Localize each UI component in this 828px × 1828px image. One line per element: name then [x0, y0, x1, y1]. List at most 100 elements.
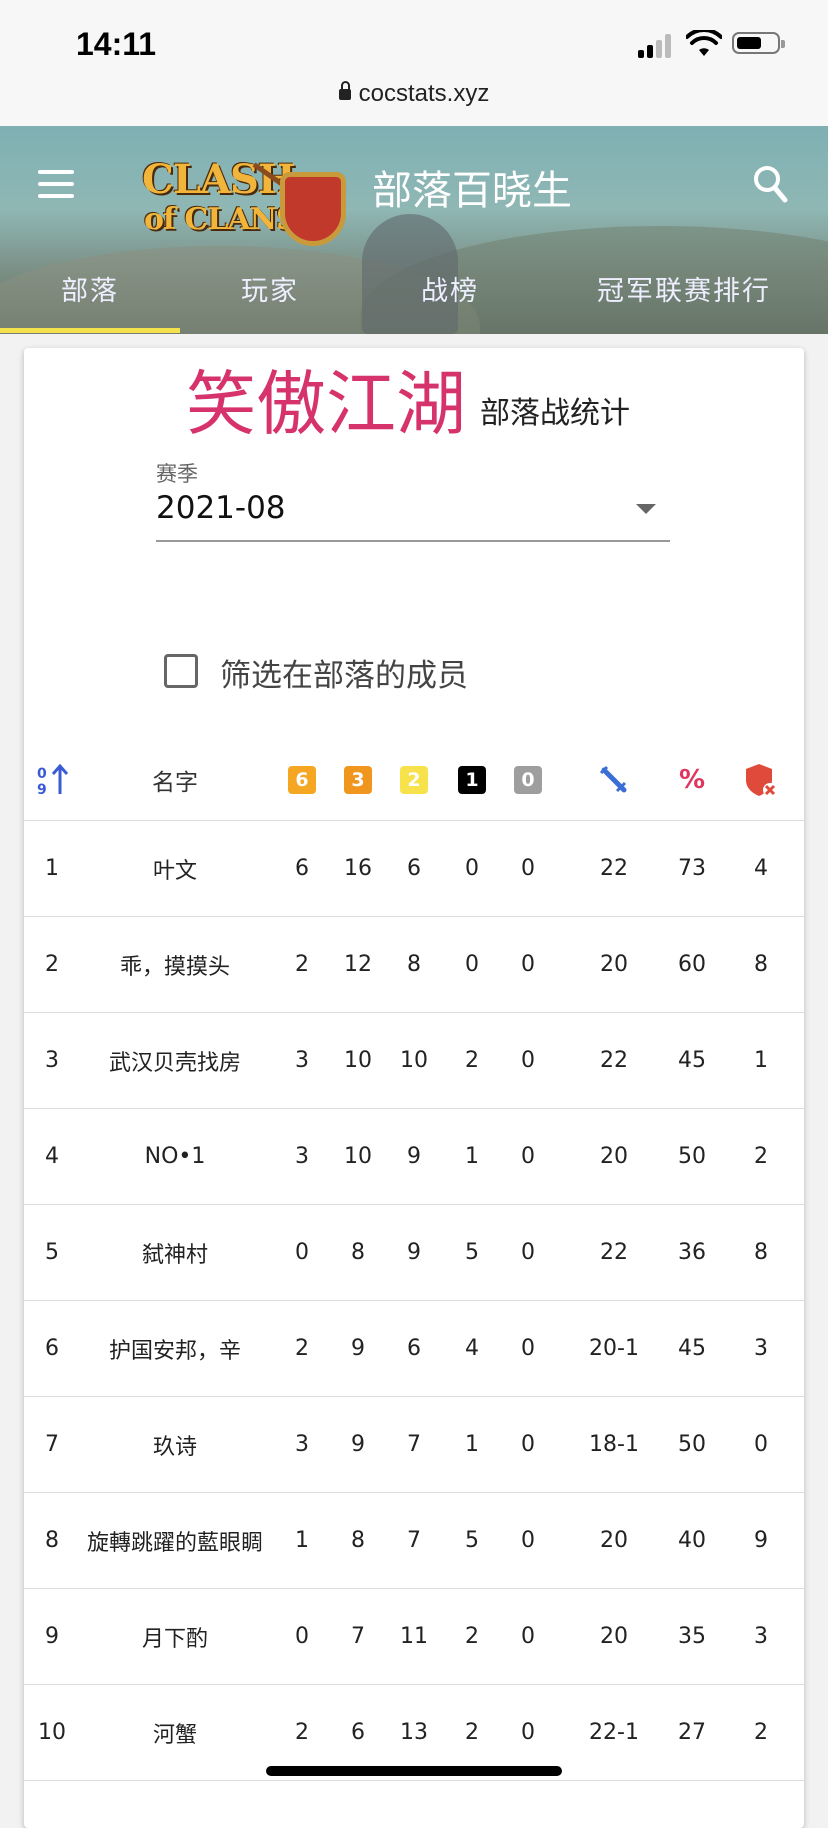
name-cell[interactable]: 月下酌: [80, 1589, 270, 1684]
search-icon[interactable]: [752, 164, 788, 204]
zero-star-count: 0: [521, 1336, 535, 1361]
two-star-count: 9: [407, 1144, 421, 1169]
war-stats-card: 笑傲江湖 部落战统计 赛季 2021-08 筛选在部落的成员 0 9 名字 6 …: [24, 348, 804, 1828]
percent-value: 45: [678, 1048, 706, 1073]
attacks-count: 20: [600, 1624, 628, 1649]
wifi-icon: [686, 30, 722, 56]
name-cell[interactable]: NO•1: [80, 1109, 270, 1204]
rank-cell: 3: [45, 1048, 59, 1073]
zero-star-count: 0: [521, 1624, 535, 1649]
name-cell[interactable]: 乖，摸摸头: [80, 917, 270, 1012]
three-star-count: 8: [351, 1528, 365, 1553]
filter-members-checkbox[interactable]: [164, 654, 198, 688]
season-select[interactable]: 2021-08: [156, 488, 670, 542]
six-star-count: 3: [295, 1144, 309, 1169]
lock-icon: [338, 81, 351, 100]
tab-leaderboard[interactable]: 战榜: [360, 252, 540, 332]
shield-x-icon[interactable]: [724, 740, 798, 820]
rank-cell: 8: [45, 1528, 59, 1553]
rank-cell: 2: [45, 952, 59, 977]
two-star-count: 6: [407, 856, 421, 881]
table-row[interactable]: 7 玖诗 3 9 7 1 0 18-1 50 0: [24, 1397, 804, 1493]
tab-clan[interactable]: 部落: [0, 252, 180, 332]
two-star-count: 9: [407, 1240, 421, 1265]
defense-count: 9: [754, 1528, 768, 1553]
rank-cell: 1: [45, 856, 59, 881]
filter-members-label[interactable]: 筛选在部落的成员: [220, 650, 468, 695]
defense-count: 0: [754, 1432, 768, 1457]
name-cell[interactable]: 弑神村: [80, 1205, 270, 1300]
zero-star-count: 0: [521, 1432, 535, 1457]
rank-cell: 4: [45, 1144, 59, 1169]
rank-cell: 9: [45, 1624, 59, 1649]
three-star-count: 9: [351, 1336, 365, 1361]
table-row[interactable]: 9 月下酌 0 7 11 2 0 20 35 3: [24, 1589, 804, 1685]
percent-value: 73: [678, 856, 706, 881]
name-cell[interactable]: 河蟹: [80, 1685, 270, 1780]
one-star-count: 5: [465, 1240, 479, 1265]
table-row[interactable]: 6 护国安邦，辛 2 9 6 4 0 20-1 45 3: [24, 1301, 804, 1397]
attacks-count: 20: [600, 952, 628, 977]
name-column-header[interactable]: 名字: [80, 740, 270, 820]
hamburger-menu-icon[interactable]: [38, 170, 74, 198]
table-row[interactable]: 2 乖，摸摸头 2 12 8 0 0 20 60 8: [24, 917, 804, 1013]
one-star-count: 1: [465, 1144, 479, 1169]
two-star-badge[interactable]: 2: [386, 740, 442, 820]
one-star-badge[interactable]: 1: [444, 740, 500, 820]
percent-value: 50: [678, 1144, 706, 1169]
name-cell[interactable]: 护国安邦，辛: [80, 1301, 270, 1396]
zero-star-count: 0: [521, 1144, 535, 1169]
rank-cell: 5: [45, 1240, 59, 1265]
six-star-count: 1: [295, 1528, 309, 1553]
name-cell[interactable]: 叶文: [80, 821, 270, 916]
two-star-count: 11: [400, 1624, 428, 1649]
name-cell[interactable]: 武汉贝壳找房: [80, 1013, 270, 1108]
address-bar[interactable]: cocstats.xyz: [0, 70, 828, 126]
active-tab-indicator: [0, 328, 180, 333]
attacks-count: 18-1: [589, 1432, 639, 1457]
three-star-count: 10: [344, 1144, 372, 1169]
dropdown-arrow-icon[interactable]: [636, 504, 656, 514]
clan-subtitle: 部落战统计: [480, 396, 630, 431]
defense-count: 3: [754, 1336, 768, 1361]
url-text: cocstats.xyz: [358, 80, 490, 107]
attacks-count: 22: [600, 1240, 628, 1265]
table-row[interactable]: 8 旋轉跳躍的藍眼睭 1 8 7 5 0 20 40 9: [24, 1493, 804, 1589]
two-star-count: 10: [400, 1048, 428, 1073]
three-star-count: 8: [351, 1240, 365, 1265]
zero-star-badge[interactable]: 0: [500, 740, 556, 820]
svg-text:9: 9: [37, 782, 47, 797]
site-title: 部落百晓生: [372, 168, 572, 214]
name-cell[interactable]: 玖诗: [80, 1397, 270, 1492]
percent-value: 36: [678, 1240, 706, 1265]
clash-of-clans-logo[interactable]: CLASH of CLANS: [142, 152, 356, 248]
tab-champion-league[interactable]: 冠军联赛排行: [540, 252, 828, 332]
tab-player[interactable]: 玩家: [180, 252, 360, 332]
table-row[interactable]: 4 NO•1 3 10 9 1 0 20 50 2: [24, 1109, 804, 1205]
nav-tabs: 部落 玩家 战榜 冠军联赛排行: [0, 252, 828, 334]
defense-count: 2: [754, 1720, 768, 1745]
six-star-count: 0: [295, 1240, 309, 1265]
table-row[interactable]: 1 叶文 6 16 6 0 0 22 73 4: [24, 821, 804, 917]
two-star-count: 7: [407, 1432, 421, 1457]
one-star-count: 2: [465, 1624, 479, 1649]
table-row[interactable]: 3 武汉贝壳找房 3 10 10 2 0 22 45 1: [24, 1013, 804, 1109]
battery-icon: [732, 32, 785, 54]
percent-icon[interactable]: %: [660, 740, 724, 820]
sort-numeric-icon[interactable]: 0 9: [24, 740, 80, 820]
three-star-badge[interactable]: 3: [330, 740, 386, 820]
sword-icon[interactable]: [574, 740, 654, 820]
home-indicator: [266, 1766, 562, 1776]
name-cell[interactable]: 旋轉跳躍的藍眼睭: [80, 1493, 270, 1588]
percent-value: 50: [678, 1432, 706, 1457]
three-star-count: 16: [344, 856, 372, 881]
six-star-badge[interactable]: 6: [274, 740, 330, 820]
percent-value: 27: [678, 1720, 706, 1745]
rank-cell: 6: [45, 1336, 59, 1361]
three-star-count: 7: [351, 1624, 365, 1649]
rank-cell: 7: [45, 1432, 59, 1457]
rank-cell: 10: [38, 1720, 66, 1745]
shield-icon: [280, 172, 346, 246]
three-star-count: 9: [351, 1432, 365, 1457]
table-row[interactable]: 5 弑神村 0 8 9 5 0 22 36 8: [24, 1205, 804, 1301]
